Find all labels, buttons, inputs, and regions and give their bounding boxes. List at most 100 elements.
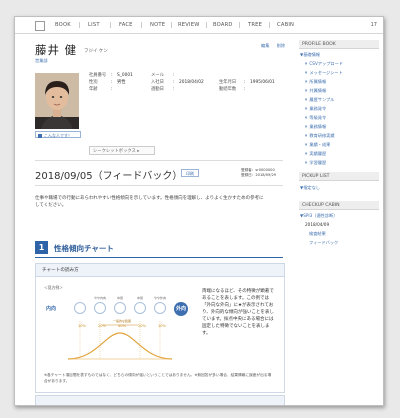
info-key: 性別 [89,80,98,85]
comment-icon [38,133,42,138]
chart-description: 両端になるほど、その特徴が顕著であることを表します。この例では「外向な外向」に★… [202,289,274,336]
sidebar-item-grade-order[interactable]: 等級発令 [305,115,326,121]
section-underline [35,257,283,258]
next-chart-box [35,395,285,405]
info-key: 社員番号 [89,73,107,78]
introvert-label: 内向 [46,306,57,312]
basic-info-group[interactable]: ▼基礎情報 [300,52,320,58]
chart-guide-title: チャートの読み方 [36,264,284,277]
secret-box-label: シークレットボックス ▸ [93,149,140,154]
divider [35,185,283,186]
nav-divider [171,22,172,28]
sidebar-item-duty-order[interactable]: 業務発令 [305,106,326,112]
employee-join-date: 2018/04/02 [179,80,204,85]
nav-divider [79,22,80,28]
nav-board[interactable]: BOARD [213,22,233,28]
profile-book-header: PROFILE BOOK [299,40,379,49]
secret-box-button[interactable]: シークレットボックス ▸ [89,146,155,155]
info-key: 勤続年数 [219,87,237,92]
nav-tree[interactable]: TREE [248,22,262,28]
checkup-cabin-header: CHECKUP CABIN [299,201,379,210]
photo-caption-button[interactable]: こんな人です！ [35,131,81,138]
delete-link[interactable]: 削除 [277,43,285,48]
employee-gender: 男性 [117,80,126,85]
page-number: 17 [370,22,377,28]
report-intro: 仕事や職場での行動にあらわれやすい性格傾向を示しています。性格傾向を理解し、より… [35,196,264,208]
info-right-keys: 生年月日 勤続年数 [219,72,236,93]
edit-link[interactable]: 編集 [261,43,269,48]
scale-label: 中間 [116,296,123,300]
checkup-date: 2018/04/09 [305,222,330,227]
divider [35,160,283,161]
report-title: 2018/09/05（フィードバック） [35,171,183,182]
scale-label: 中間 [136,296,143,300]
info-right-colons: :: [244,80,246,92]
extrovert-selected-badge: 外向 [174,302,188,316]
employee-age [117,86,133,93]
info-mid-values: 2018/04/02 [179,72,204,93]
percent-label: 10% [158,324,166,328]
pickup-list-header: PICKUP LIST [299,172,379,181]
percent-label: 40% [118,324,126,328]
employee-tenure [250,86,275,93]
nav-divider [141,22,142,28]
profile-photo [35,73,79,129]
info-left-colons: ::: [111,73,113,92]
scale-circle [114,302,126,314]
nav-book[interactable]: BOOK [55,22,71,28]
scale-circle [94,302,106,314]
nav-face[interactable]: FACE [119,22,133,28]
info-mid-colons: ::: [173,73,175,92]
sidebar-item-performance[interactable]: 業績・成果 [305,142,330,148]
info-key: 週勤日 [151,87,164,92]
registered-date: 登録日：2018/09/29 [241,173,277,177]
top-nav: BOOK LIST FACE NOTE REVIEW BOARD TREE CA… [15,17,383,34]
nav-divider [206,22,207,28]
scale-circle [74,302,86,314]
nav-note[interactable]: NOTE [150,22,165,28]
report-meta: 登録者：sr0000000 登録日：2018/09/29 [241,168,276,178]
section-number: 1 [35,241,48,254]
profile-page: BOOK LIST FACE NOTE REVIEW BOARD TREE CA… [14,16,384,406]
scale-circle [134,302,146,314]
nav-cabin[interactable]: CABIN [277,22,294,28]
print-button[interactable]: 印刷 [181,169,199,177]
photo-caption-label: こんな人です！ [44,133,72,138]
info-key: 年齢 [89,87,98,92]
scale-circle [154,302,166,314]
info-right-values: 1995/06/01 [250,72,275,93]
sidebar-item-history-sample[interactable]: 履歴サンプル [305,97,334,103]
pickup-group[interactable]: ▼指定なし [300,185,320,191]
feedback-link[interactable]: フィードバック [309,240,338,246]
sidebar-item-duty-info[interactable]: 業務情報 [305,124,326,130]
spi3-group[interactable]: ▼SPI3（適性診断） [300,213,337,219]
info-mid-keys: メール 入社日 週勤日 [151,72,164,93]
logo-icon[interactable] [35,21,45,31]
sidebar-item-csv-upload[interactable]: CSVアップロード [305,61,343,67]
employee-id: S_0001 [117,73,133,78]
employee-name: 藤井 健 [35,43,78,57]
sidebar-item-affiliation[interactable]: 所属情報 [305,79,326,85]
sidebar-item-message-sheet[interactable]: メッセージシート [305,70,342,76]
info-key: 生年月日 [219,80,237,85]
chart-note: ※各チャート項目間を表すものではなく、どちらの傾向が強いということではありません… [44,373,272,383]
nav-review[interactable]: REVIEW [178,22,200,28]
percent-label: 20% [138,324,146,328]
info-left-keys: 社員番号 性別 年齢 [89,72,106,93]
chart-guide-box: チャートの読み方 ＜見方例＞ 内向 やや内向 中間 中間 やや外向 外向 10%… [35,263,285,393]
nav-divider [269,22,270,28]
sidebar-item-learning-history[interactable]: 学習履歴 [305,160,326,166]
sidebar-item-training[interactable]: 教育研修実績 [305,133,334,139]
section-title: 性格傾向チャート [54,244,114,253]
nav-divider [239,22,240,28]
employee-email [179,72,204,79]
info-key: 入社日 [151,80,164,85]
range-label: 一般的な範囲 [112,319,131,323]
department-link[interactable]: 営業部 [35,58,48,64]
sidebar-item-shared-info[interactable]: 共属情報 [305,88,326,94]
test-result-link[interactable]: 検査結果 [309,231,326,237]
info-key [219,72,236,79]
sidebar-item-record-history[interactable]: 実績履歴 [305,151,326,157]
nav-list[interactable]: LIST [88,22,100,28]
info-key: メール [151,73,164,78]
